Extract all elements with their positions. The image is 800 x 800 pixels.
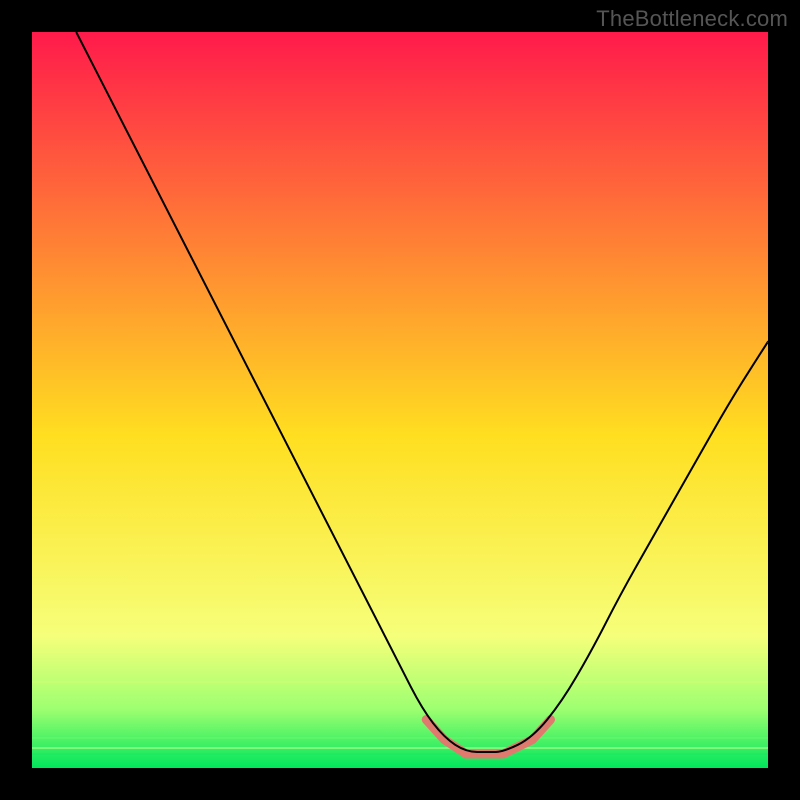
chart-frame: TheBottleneck.com [0, 0, 800, 800]
chart-svg [32, 32, 768, 768]
watermark-text: TheBottleneck.com [596, 6, 788, 32]
gradient-bg [32, 32, 768, 768]
plot-area [32, 32, 768, 768]
